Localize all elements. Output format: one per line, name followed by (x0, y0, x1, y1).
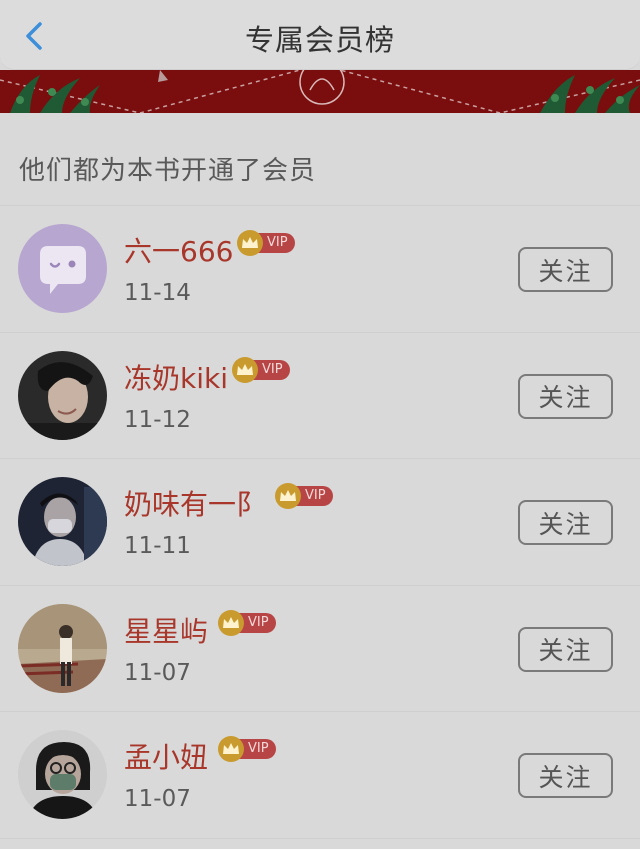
member-row[interactable]: 星星屿 VIP 11-07 关注 (0, 586, 640, 712)
member-list: 六一666 VIP 11-14 关注 冻奶kiki VIP 11-12 关注 奶… (0, 206, 640, 839)
crown-icon (237, 230, 263, 256)
vip-badge: VIP (275, 483, 333, 509)
member-name[interactable]: 冻奶kiki (124, 357, 228, 397)
join-date: 11-07 (124, 786, 191, 812)
follow-button[interactable]: 关注 (518, 247, 613, 292)
member-row[interactable]: 六一666 VIP 11-14 关注 (0, 206, 640, 333)
member-name[interactable]: 奶味有一阝 (124, 483, 264, 523)
avatar[interactable] (18, 603, 107, 693)
follow-button[interactable]: 关注 (518, 753, 613, 798)
vip-badge: VIP (218, 736, 276, 762)
member-name[interactable]: 六一666 (124, 230, 233, 270)
crown-icon (218, 609, 244, 636)
avatar[interactable] (18, 477, 107, 566)
member-name[interactable]: 孟小妞 (124, 736, 208, 776)
join-date: 11-12 (124, 406, 191, 433)
member-row[interactable]: 冻奶kiki VIP 11-12 关注 (0, 333, 640, 459)
avatar[interactable] (18, 224, 107, 313)
follow-button[interactable]: 关注 (518, 373, 613, 419)
member-name[interactable]: 星星屿 (124, 610, 208, 650)
vip-badge: VIP (232, 356, 290, 383)
join-date: 11-07 (124, 659, 191, 686)
follow-button[interactable]: 关注 (518, 500, 613, 545)
banner-image (0, 70, 640, 113)
top-bar: 专属会员榜 (0, 0, 640, 70)
vip-badge: VIP (218, 609, 276, 636)
join-date: 11-11 (124, 533, 191, 559)
follow-button[interactable]: 关注 (518, 626, 613, 672)
avatar[interactable] (18, 350, 107, 440)
section-title: 他们都为本书开通了会员 (19, 156, 317, 186)
member-row[interactable]: 奶味有一阝 VIP 11-11 关注 (0, 459, 640, 586)
avatar[interactable] (18, 730, 107, 819)
join-date: 11-14 (124, 280, 191, 306)
crown-icon (275, 483, 301, 509)
vip-badge: VIP (237, 230, 295, 256)
member-row[interactable]: 孟小妞 VIP 11-07 关注 (0, 712, 640, 839)
page-title: 专属会员榜 (244, 23, 395, 57)
crown-icon (232, 356, 258, 383)
crown-icon (218, 736, 244, 762)
